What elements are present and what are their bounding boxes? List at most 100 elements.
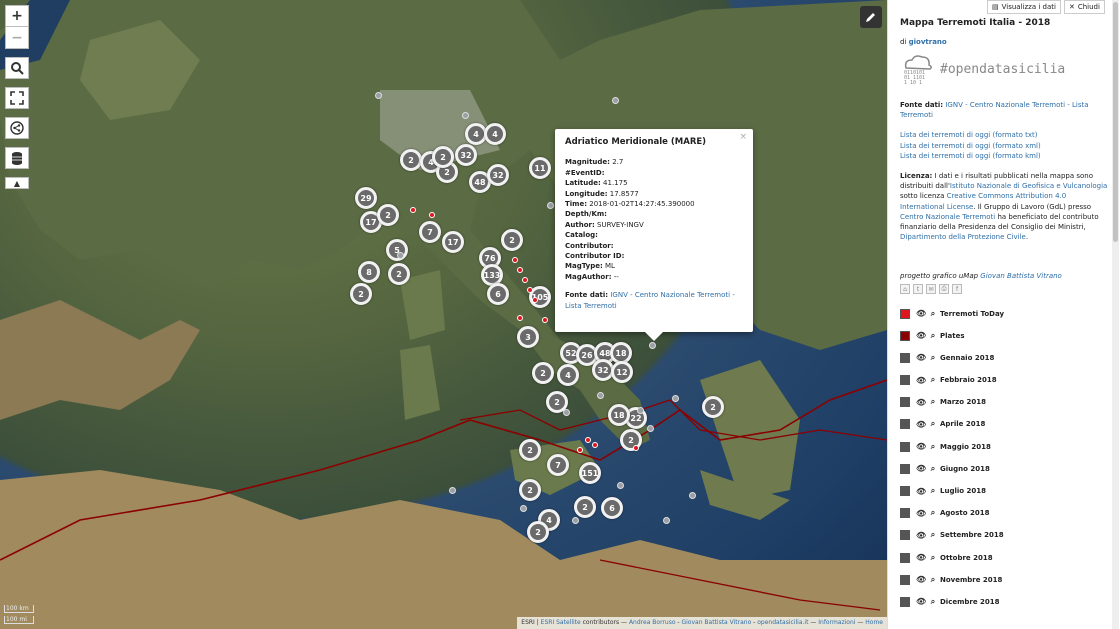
zoom-to-layer-icon[interactable]: ⌕ bbox=[928, 309, 938, 319]
layer-item[interactable]: 👁 ⌕ Febbraio 2018 bbox=[900, 369, 1112, 391]
layers-button[interactable] bbox=[5, 147, 29, 169]
search-button[interactable] bbox=[5, 57, 29, 79]
quake-marker[interactable] bbox=[461, 111, 469, 119]
close-panel-button[interactable]: ✕ Chiudi bbox=[1063, 0, 1105, 14]
cluster-marker[interactable]: 2 bbox=[519, 479, 541, 501]
cluster-marker[interactable]: 2 bbox=[350, 283, 372, 305]
attrib-home[interactable]: Home bbox=[865, 619, 883, 626]
quake-marker[interactable] bbox=[585, 437, 591, 443]
ingv-link[interactable]: Istituto Nazionale di Geofisica e Vulcan… bbox=[950, 182, 1107, 190]
eye-icon[interactable]: 👁 bbox=[916, 575, 926, 584]
attrib-site[interactable]: opendatasicilia.it bbox=[757, 619, 808, 626]
layer-item[interactable]: 👁 ⌕ Gennaio 2018 bbox=[900, 347, 1112, 369]
zoom-to-layer-icon[interactable]: ⌕ bbox=[928, 553, 938, 563]
quake-marker[interactable] bbox=[611, 96, 619, 104]
quake-marker[interactable] bbox=[429, 212, 435, 218]
cluster-marker[interactable]: 151 bbox=[579, 462, 601, 484]
layer-color-swatch[interactable] bbox=[900, 552, 910, 563]
quake-marker[interactable] bbox=[688, 491, 696, 499]
quake-marker[interactable] bbox=[410, 207, 416, 213]
attrib-giovan[interactable]: Giovan Battista Vitrano bbox=[681, 619, 751, 626]
download-link[interactable]: Lista dei terremoti di oggi (formato xml… bbox=[900, 141, 1112, 151]
zoom-out-button[interactable]: − bbox=[5, 27, 29, 49]
eye-icon[interactable]: 👁 bbox=[916, 309, 926, 318]
cluster-marker[interactable]: 29 bbox=[355, 187, 377, 209]
layer-item[interactable]: 👁 ⌕ Agosto 2018 bbox=[900, 502, 1112, 524]
popup-close-button[interactable]: × bbox=[739, 132, 747, 142]
author-link[interactable]: giovtrano bbox=[909, 38, 947, 46]
eye-icon[interactable]: 👁 bbox=[916, 442, 926, 451]
layer-item[interactable]: 👁 ⌕ Ottobre 2018 bbox=[900, 547, 1112, 569]
layer-item[interactable]: 👁 ⌕ Maggio 2018 bbox=[900, 436, 1112, 458]
zoom-to-layer-icon[interactable]: ⌕ bbox=[928, 353, 938, 363]
cluster-marker[interactable]: 7 bbox=[419, 221, 441, 243]
collapse-controls-button[interactable]: ▲ bbox=[5, 177, 29, 189]
cluster-marker[interactable]: 32 bbox=[455, 144, 477, 166]
cluster-marker[interactable]: 8 bbox=[358, 261, 380, 283]
quake-marker[interactable] bbox=[522, 277, 528, 283]
cluster-marker[interactable]: 11 bbox=[529, 157, 551, 179]
layer-item[interactable]: 👁 ⌕ Terremoti ToDay bbox=[900, 302, 1112, 324]
layer-item[interactable]: 👁 ⌕ Marzo 2018 bbox=[900, 391, 1112, 413]
cluster-marker[interactable]: 4 bbox=[557, 364, 579, 386]
facebook-icon[interactable]: f bbox=[952, 284, 962, 295]
zoom-to-layer-icon[interactable]: ⌕ bbox=[928, 486, 938, 496]
layer-color-swatch[interactable] bbox=[900, 463, 910, 474]
cluster-marker[interactable]: 2 bbox=[501, 229, 523, 251]
quake-marker[interactable] bbox=[532, 297, 538, 303]
quake-marker[interactable] bbox=[571, 516, 579, 524]
cluster-marker[interactable]: 2 bbox=[377, 204, 399, 226]
zoom-to-layer-icon[interactable]: ⌕ bbox=[928, 464, 938, 474]
cluster-marker[interactable]: 6 bbox=[487, 283, 509, 305]
map-canvas[interactable]: 4 4 32 2 4 2 48 2 32 11 29 17 2 5 7 17 76 133 6 2 8 2 2 105 3 52 2… bbox=[0, 0, 887, 629]
cluster-marker[interactable]: 2 bbox=[519, 439, 541, 461]
quake-marker[interactable] bbox=[596, 391, 604, 399]
eye-icon[interactable]: 👁 bbox=[916, 487, 926, 496]
layer-item[interactable]: 👁 ⌕ Novembre 2018 bbox=[900, 569, 1112, 591]
cluster-marker[interactable]: 18 bbox=[608, 404, 630, 426]
attrib-info[interactable]: Informazioni bbox=[818, 619, 855, 626]
eye-icon[interactable]: 👁 bbox=[916, 553, 926, 562]
layer-color-swatch[interactable] bbox=[900, 330, 910, 341]
layer-color-swatch[interactable] bbox=[900, 486, 910, 497]
email-icon[interactable]: ✉ bbox=[926, 284, 936, 295]
cnt-link[interactable]: Centro Nazionale Terremoti bbox=[900, 213, 995, 221]
protezione-civile-link[interactable]: Dipartimento della Protezione Civile bbox=[900, 233, 1026, 241]
layer-color-swatch[interactable] bbox=[900, 596, 910, 607]
zoom-to-layer-icon[interactable]: ⌕ bbox=[928, 397, 938, 407]
quake-marker[interactable] bbox=[546, 201, 554, 209]
quake-marker[interactable] bbox=[616, 481, 624, 489]
layer-color-swatch[interactable] bbox=[900, 441, 910, 452]
layer-item[interactable]: 👁 ⌕ Luglio 2018 bbox=[900, 480, 1112, 502]
cluster-marker[interactable]: 2 bbox=[388, 263, 410, 285]
quake-marker[interactable] bbox=[527, 287, 533, 293]
fullscreen-button[interactable] bbox=[5, 87, 29, 109]
quake-marker[interactable] bbox=[662, 516, 670, 524]
scrollbar-thumb[interactable] bbox=[1113, 2, 1118, 242]
cluster-marker[interactable]: 3 bbox=[517, 326, 539, 348]
layer-item[interactable]: 👁 ⌕ Aprile 2018 bbox=[900, 413, 1112, 435]
quake-marker[interactable] bbox=[577, 447, 583, 453]
cluster-marker[interactable]: 2 bbox=[702, 396, 724, 418]
layer-color-swatch[interactable] bbox=[900, 308, 910, 319]
cluster-marker[interactable]: 6 bbox=[601, 497, 623, 519]
download-link[interactable]: Lista dei terremoti di oggi (formato txt… bbox=[900, 130, 1112, 140]
quake-marker[interactable] bbox=[671, 394, 679, 402]
embed-icon[interactable]: ⌂ bbox=[900, 284, 910, 295]
zoom-to-layer-icon[interactable]: ⌕ bbox=[928, 597, 938, 607]
quake-marker[interactable] bbox=[648, 341, 656, 349]
eye-icon[interactable]: 👁 bbox=[916, 376, 926, 385]
zoom-in-button[interactable]: + bbox=[5, 5, 29, 27]
eye-icon[interactable]: 👁 bbox=[916, 597, 926, 606]
zoom-to-layer-icon[interactable]: ⌕ bbox=[928, 331, 938, 341]
cluster-marker[interactable]: 2 bbox=[400, 149, 422, 171]
zoom-to-layer-icon[interactable]: ⌕ bbox=[928, 442, 938, 452]
zoom-to-layer-icon[interactable]: ⌕ bbox=[928, 575, 938, 585]
quake-marker[interactable] bbox=[512, 257, 518, 263]
download-link[interactable]: Lista dei terremoti di oggi (formato kml… bbox=[900, 151, 1112, 161]
cluster-marker[interactable]: 12 bbox=[611, 361, 633, 383]
layer-color-swatch[interactable] bbox=[900, 508, 910, 519]
quake-marker[interactable] bbox=[519, 504, 527, 512]
credit-link[interactable]: Giovan Battista Vitrano bbox=[980, 272, 1062, 280]
layer-item[interactable]: 👁 ⌕ Settembre 2018 bbox=[900, 524, 1112, 546]
